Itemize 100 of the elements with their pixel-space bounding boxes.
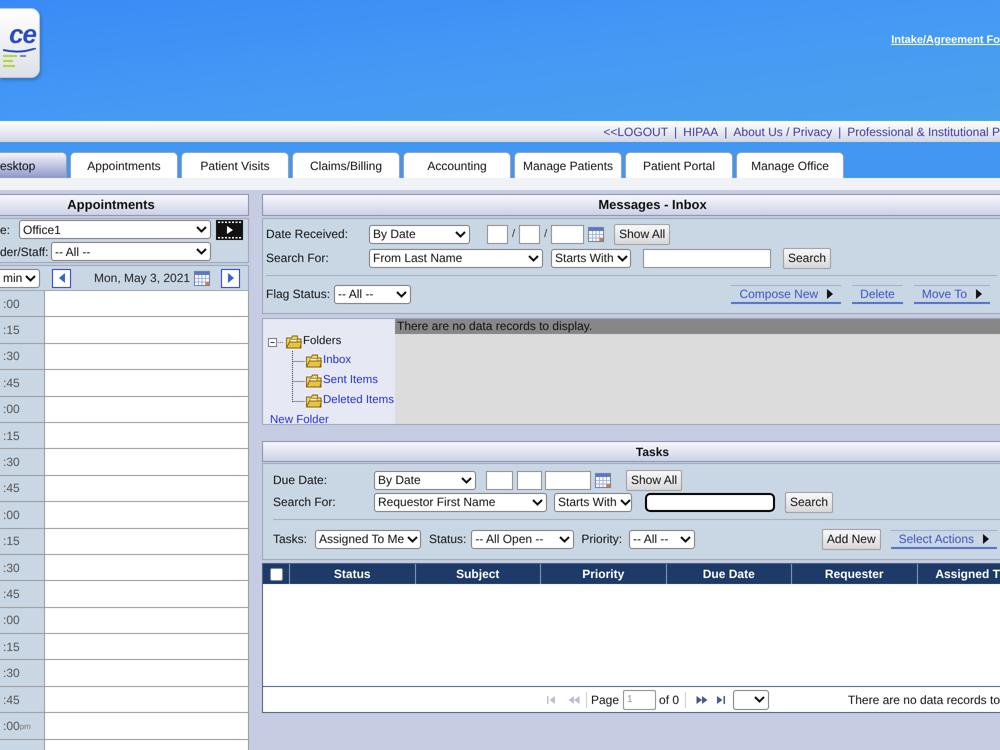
action-link[interactable]: Move To [914, 284, 990, 304]
nav-tab[interactable]: Patient Portal [625, 152, 733, 178]
appointment-slot[interactable] [44, 713, 249, 740]
tree-connector [292, 351, 305, 371]
previous-day-button[interactable] [52, 268, 71, 288]
search-field-select[interactable]: Requestor First Name [374, 492, 547, 512]
appointment-slot[interactable] [44, 554, 249, 582]
tasks-filter-select[interactable]: Assigned To Me [315, 530, 422, 548]
time-cell: :45 [0, 476, 44, 502]
column-header[interactable]: Priority [540, 564, 666, 584]
priority-select[interactable]: -- All -- [629, 530, 696, 548]
time-cell: :00 [0, 396, 44, 423]
match-mode-select[interactable]: Starts With [554, 492, 632, 512]
provider-select[interactable]: -- All -- [51, 242, 211, 261]
appointment-slot[interactable] [44, 449, 249, 476]
collapse-icon[interactable] [268, 338, 284, 346]
column-header[interactable]: Requester [791, 564, 916, 584]
date-input[interactable] [517, 470, 542, 490]
select-all-checkbox[interactable] [270, 568, 282, 580]
match-mode-select[interactable]: Starts With [551, 248, 631, 268]
date-label: Mon, May 3, 2021 [94, 272, 190, 284]
show-all-button[interactable]: Show All [614, 224, 670, 244]
appointment-slot[interactable] [44, 344, 249, 370]
location-select[interactable]: Office1 [19, 220, 211, 239]
date-input[interactable] [519, 224, 540, 244]
appointment-slot[interactable] [44, 422, 249, 450]
nav-tab[interactable]: Claims/Billing [292, 152, 400, 178]
film-icon[interactable] [216, 220, 243, 240]
time-cell: :00 [0, 502, 44, 529]
calendar-icon[interactable] [194, 270, 210, 286]
time-cell: :45 [0, 370, 44, 397]
date-input[interactable] [551, 224, 584, 244]
column-header[interactable]: Assigned T [916, 564, 1000, 584]
next-day-button[interactable] [221, 268, 240, 288]
appointment-slot[interactable] [44, 396, 249, 423]
nav-tab[interactable]: esktop [0, 152, 67, 178]
time-cell: :45 [0, 686, 44, 714]
interval-select[interactable]: min [0, 268, 40, 288]
search-button[interactable]: Search [785, 492, 834, 512]
show-all-button[interactable]: Show All [626, 470, 682, 490]
appointment-slot[interactable] [44, 502, 249, 529]
action-link[interactable]: Select Actions [890, 530, 997, 548]
field-label: e: [0, 224, 10, 236]
add-new-button[interactable]: Add New [822, 528, 881, 550]
last-page-icon[interactable] [717, 696, 726, 704]
action-link[interactable]: Delete [852, 284, 903, 304]
folder-link[interactable]: Deleted Items [323, 395, 394, 407]
nav-link[interactable]: Professional & Institutional P [847, 126, 1000, 138]
search-input[interactable] [643, 248, 771, 268]
folder-link[interactable]: Inbox [323, 355, 352, 367]
nav-tab[interactable]: Manage Patients [514, 152, 622, 178]
appointment-slot[interactable] [44, 634, 249, 660]
flag-status-select[interactable]: -- All -- [334, 284, 412, 304]
nav-link[interactable]: HIPAA [683, 126, 718, 138]
action-link[interactable]: Compose New [731, 284, 842, 304]
nav-tab[interactable]: Accounting [403, 152, 511, 178]
nav-link[interactable]: <<LOGOUT [603, 126, 668, 138]
appointment-slot[interactable] [44, 528, 249, 555]
nav-tab[interactable]: Manage Office [736, 152, 844, 178]
appointment-slot[interactable] [44, 740, 249, 750]
chevron-down-icon [25, 274, 36, 282]
date-mode-select[interactable]: By Date [369, 224, 470, 244]
date-mode-select[interactable]: By Date [374, 470, 476, 490]
nav-tab[interactable]: Patient Visits [181, 152, 289, 178]
appointment-slot[interactable] [44, 581, 249, 608]
search-input[interactable] [645, 492, 775, 512]
time-cell: :15 [0, 528, 44, 555]
search-field-select[interactable]: From Last Name [369, 248, 543, 268]
field-label: Search For: [266, 252, 330, 264]
next-page-icon[interactable] [696, 696, 708, 704]
appointment-slot[interactable] [44, 660, 249, 687]
nav-link[interactable]: About Us / Privacy [733, 126, 832, 138]
appointment-slot[interactable] [44, 317, 249, 344]
caret-right-icon [228, 273, 234, 283]
chevron-down-icon [461, 476, 472, 484]
appointment-slot[interactable] [44, 370, 249, 397]
column-header[interactable]: Status [289, 564, 414, 584]
appointment-slot[interactable] [44, 476, 249, 502]
search-button[interactable]: Search [783, 248, 832, 268]
field-label: der/Staff: [0, 246, 48, 258]
folder-icon [306, 374, 322, 388]
column-header[interactable]: Due Date [666, 564, 791, 584]
new-folder-link[interactable]: New Folder [270, 413, 329, 427]
folder-link[interactable]: Sent Items [323, 375, 378, 387]
nav-tab[interactable]: Appointments [70, 152, 178, 178]
page-size-select[interactable] [733, 690, 770, 710]
date-input[interactable] [487, 224, 508, 244]
tree-item[interactable]: Folders [303, 336, 342, 348]
appointment-slot[interactable] [44, 686, 249, 714]
date-input[interactable] [486, 470, 513, 490]
calendar-icon[interactable] [588, 226, 604, 242]
date-input[interactable] [545, 470, 591, 490]
column-header[interactable]: Subject [414, 564, 540, 584]
chevron-down-icon [680, 536, 692, 542]
calendar-icon[interactable] [595, 472, 611, 488]
panel-header: Appointments [0, 194, 249, 216]
chevron-down-icon [455, 230, 466, 238]
status-select[interactable]: -- All Open -- [471, 530, 574, 548]
appointment-slot[interactable] [44, 608, 249, 634]
folder-icon [306, 354, 322, 368]
